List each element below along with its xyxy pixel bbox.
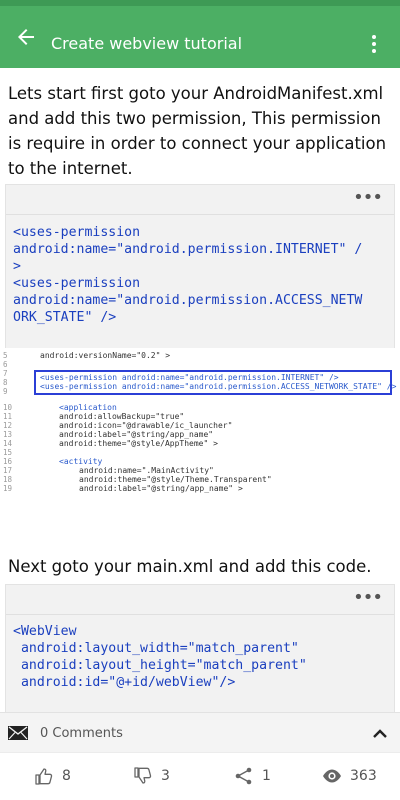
page-title: Create webview tutorial [51,34,243,53]
line-number: 13 [3,430,13,439]
code-line: android:versionName="0.2" > [40,351,171,360]
line-number-gutter: 5 6 7 8 9 10 11 12 13 14 15 16 17 18 19 [0,348,20,508]
line-number: 19 [3,484,13,493]
manifest-screenshot: 5 6 7 8 9 10 11 12 13 14 15 16 17 18 19 … [0,348,400,508]
code-line: android:label="@string/app_name" > [79,484,243,493]
line-number: 16 [3,457,13,466]
line-number: 14 [3,439,13,448]
code-line: android:name=".MainActivity" [79,466,214,475]
line-number: 7 [3,369,8,378]
instruction-paragraph: Next goto your main.xml and add this cod… [8,557,372,576]
code-webview: <WebView android:layout_width="match_par… [13,624,307,690]
action-row: 8 3 1 363 [0,752,400,800]
line-number: 18 [3,475,13,484]
code-line: <activity [59,457,103,466]
line-number: 6 [3,360,8,369]
code-block-toolbar [6,185,394,215]
like-count: 8 [62,768,71,784]
code-line: <application [59,403,117,412]
code-permissions: <uses-permission android:name="android.p… [13,225,363,325]
app-bar: Create webview tutorial [0,6,400,68]
line-number: 9 [3,387,8,396]
code-line: android:theme="@style/AppTheme" > [59,439,218,448]
share-icon [235,767,252,785]
line-number: 17 [3,466,13,475]
line-number: 8 [3,378,8,387]
code-block-toolbar [6,585,394,615]
chevron-up-icon[interactable] [372,727,388,739]
code-block-webview[interactable]: ••• <WebView android:layout_width="match… [5,584,395,712]
thumbs-up-icon [35,768,53,785]
comments-bar[interactable]: 0 Comments [0,712,400,752]
envelope-icon [8,726,28,740]
line-number: 12 [3,421,13,430]
code-line: android:theme="@style/Theme.Transparent" [79,475,272,484]
eye-icon [323,769,341,783]
article-content[interactable]: Lets start first goto your AndroidManife… [0,68,400,712]
more-vert-icon[interactable] [366,33,382,55]
line-number: 11 [3,412,13,421]
line-number: 15 [3,448,13,457]
code-menu-button[interactable]: ••• [353,187,383,208]
line-number: 10 [3,403,13,412]
code-line-highlighted: <uses-permission android:name="android.p… [40,382,397,391]
share-count: 1 [262,768,271,784]
views-count: 363 [350,768,377,784]
intro-paragraph: Lets start first goto your AndroidManife… [8,84,387,178]
code-line-highlighted: <uses-permission android:name="android.p… [40,373,339,382]
code-menu-button[interactable]: ••• [353,587,383,608]
comments-count[interactable]: 0 Comments [40,726,123,741]
code-line: android:allowBackup="true" [59,412,185,421]
arrow-left-icon[interactable] [14,25,38,49]
line-number: 5 [3,351,8,360]
dislike-count: 3 [161,768,170,784]
code-line: android:label="@string/app_name" [59,430,214,439]
bottom-bar: 0 Comments 8 3 1 363 [0,712,400,800]
thumbs-down-icon [134,767,152,784]
code-line: android:icon="@drawable/ic_launcher" [59,421,233,430]
